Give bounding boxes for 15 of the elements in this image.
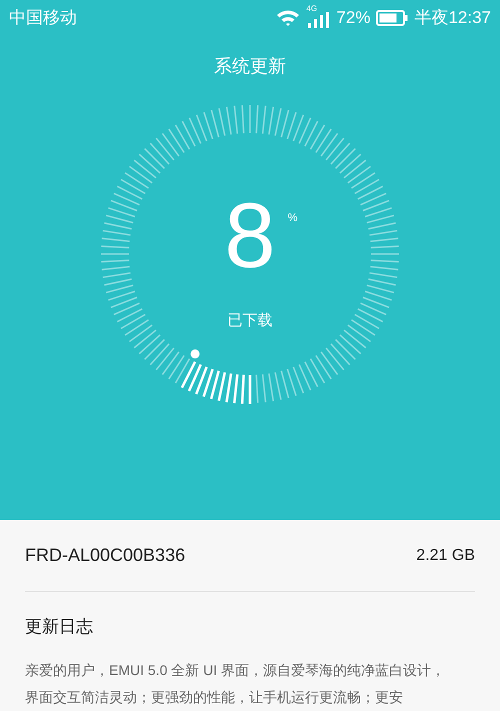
changelog-heading: 更新日志 (25, 617, 93, 636)
changelog-text: 亲爱的用户，EMUI 5.0 全新 UI 界面，源自爱琴海的纯净蓝白设计，界面交互简洁灵动；更强劲的性能，让手机运行更流畅；更安 (25, 661, 446, 707)
battery-icon (376, 10, 408, 26)
package-name: FRD-AL00C00B336 (25, 544, 186, 567)
screen-title: 系统更新 (214, 55, 286, 78)
progress-label: 已下载 (228, 311, 272, 331)
carrier-name: 中国移动 (9, 7, 77, 30)
package-size: 2.21 GB (416, 546, 475, 566)
progress-value: 8 (224, 190, 276, 282)
clock-time: 半夜12:37 (414, 7, 491, 30)
network-type: 4G (306, 5, 318, 13)
wifi-icon (276, 9, 300, 27)
battery-percent: 72% (336, 7, 370, 30)
signal-icon (306, 12, 330, 28)
percent-sign: % (288, 211, 298, 226)
